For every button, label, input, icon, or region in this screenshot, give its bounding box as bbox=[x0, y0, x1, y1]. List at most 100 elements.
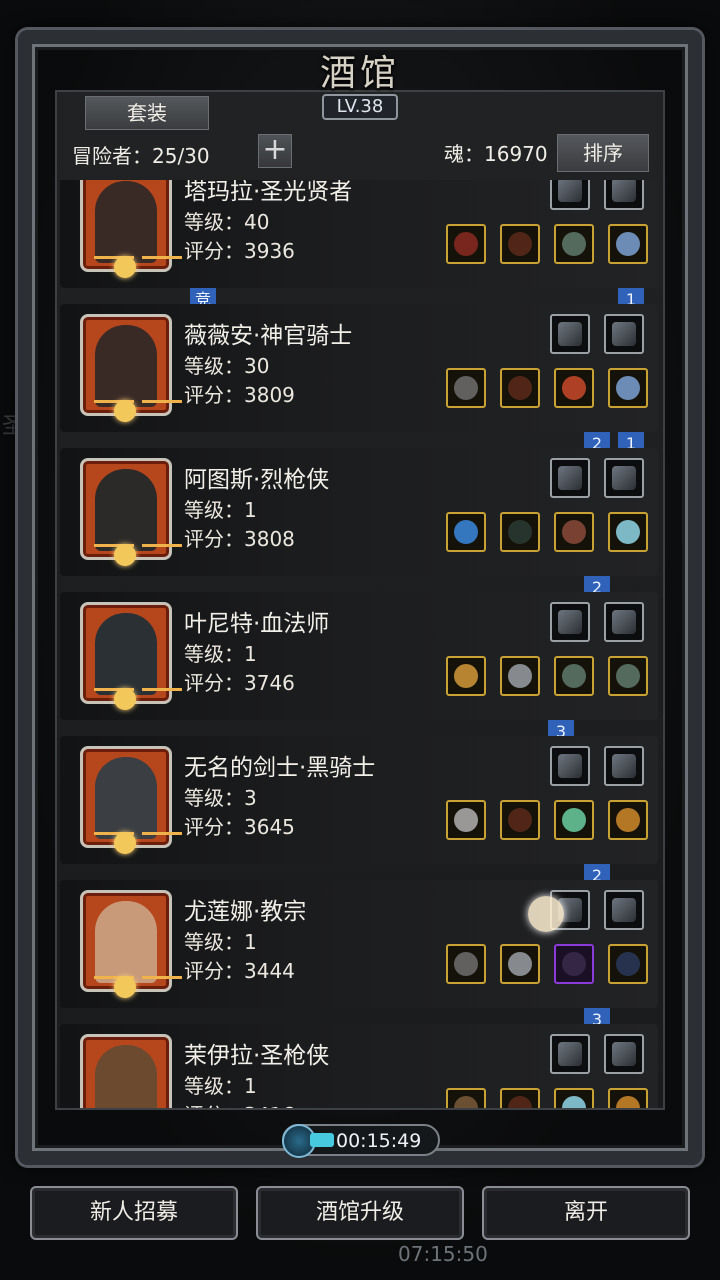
hero-face bbox=[95, 1045, 157, 1108]
soul-currency: 魂：16970 bbox=[444, 142, 548, 166]
weapon-slot-icon[interactable] bbox=[446, 368, 486, 408]
moon-emblem-icon bbox=[114, 976, 136, 998]
amulet-slot-icon[interactable] bbox=[608, 944, 648, 984]
hero-card[interactable]: 茉伊拉·圣枪侠等级：1评分：3416 bbox=[60, 1024, 658, 1108]
accessory-slot-icon[interactable] bbox=[550, 180, 590, 210]
moon-emblem-icon bbox=[114, 256, 136, 278]
leave-button[interactable]: 离开 bbox=[482, 1186, 690, 1240]
hero-level: 等级：1 bbox=[184, 498, 257, 522]
armor-slot-icon[interactable] bbox=[500, 800, 540, 840]
amulet-slot-icon[interactable] bbox=[608, 224, 648, 264]
hero-name: 塔玛拉·圣光贤者 bbox=[184, 180, 353, 205]
sort-button[interactable]: 排序 bbox=[557, 134, 649, 172]
page-title: 酒馆 bbox=[319, 53, 400, 94]
weapon-slot-icon[interactable] bbox=[446, 1088, 486, 1108]
relic-slot-icon[interactable] bbox=[604, 746, 644, 786]
ring-slot-icon[interactable] bbox=[554, 512, 594, 552]
hero-card[interactable]: 尤莲娜·教宗 等级：1 评分：3444 3 bbox=[60, 880, 658, 1042]
accessory-slot-icon[interactable] bbox=[550, 746, 590, 786]
hero-card[interactable]: 塔玛拉·圣光贤者 等级：40 评分：3936 竞 1 bbox=[60, 180, 658, 322]
hero-score: 评分：3808 bbox=[184, 527, 295, 551]
accessory-slot-icon[interactable] bbox=[550, 1034, 590, 1074]
suit-tab[interactable]: 套装 bbox=[85, 96, 209, 130]
hero-level: 等级：40 bbox=[184, 210, 270, 234]
hero-face bbox=[95, 181, 157, 263]
wing-ornament bbox=[142, 544, 182, 547]
moon-emblem-icon bbox=[114, 544, 136, 566]
armor-slot-icon[interactable] bbox=[500, 512, 540, 552]
add-slot-button[interactable]: + bbox=[258, 134, 292, 168]
weapon-slot-icon[interactable] bbox=[446, 224, 486, 264]
hero-face bbox=[95, 469, 157, 551]
ring-slot-icon[interactable] bbox=[554, 944, 594, 984]
moon-emblem-icon bbox=[114, 832, 136, 854]
hero-face bbox=[95, 901, 157, 983]
amulet-slot-icon[interactable] bbox=[608, 656, 648, 696]
amulet-slot-icon[interactable] bbox=[608, 1088, 648, 1108]
hero-face bbox=[95, 325, 157, 407]
hero-score: 评分：3746 bbox=[184, 671, 295, 695]
hero-level: 等级：1 bbox=[184, 642, 257, 666]
ring-slot-icon[interactable] bbox=[554, 656, 594, 696]
amulet-slot-icon[interactable] bbox=[608, 512, 648, 552]
tavern-level-badge: LV.38 bbox=[322, 94, 398, 120]
wing-ornament bbox=[142, 256, 182, 259]
hero-level: 等级：1 bbox=[184, 1074, 257, 1098]
hero-name: 薇薇安·神官骑士 bbox=[184, 323, 353, 349]
relic-slot-icon[interactable] bbox=[604, 890, 644, 930]
weapon-slot-icon[interactable] bbox=[446, 944, 486, 984]
hero-score: 评分：3416 bbox=[184, 1099, 295, 1108]
armor-slot-icon[interactable] bbox=[500, 1088, 540, 1108]
relic-slot-icon[interactable] bbox=[604, 314, 644, 354]
hero-card[interactable]: 叶尼特·血法师 等级：1 评分：3746 3 bbox=[60, 592, 658, 754]
ring-slot-icon[interactable] bbox=[554, 368, 594, 408]
adventurer-count: 冒险者：25/30 bbox=[72, 144, 210, 168]
hero-card[interactable]: 薇薇安·神官骑士 等级：30 评分：3809 2 1 bbox=[60, 304, 658, 466]
accessory-slot-icon[interactable] bbox=[550, 602, 590, 642]
wing-ornament bbox=[142, 400, 182, 403]
armor-slot-icon[interactable] bbox=[500, 944, 540, 984]
relic-slot-icon[interactable] bbox=[604, 602, 644, 642]
amulet-slot-icon[interactable] bbox=[608, 800, 648, 840]
tavern-timer: 00:15:49 bbox=[282, 1124, 440, 1158]
relic-slot-icon[interactable] bbox=[604, 1034, 644, 1074]
hero-level: 等级：3 bbox=[184, 786, 257, 810]
hero-name: 无名的剑士·黑骑士 bbox=[184, 755, 376, 781]
hero-level: 等级：1 bbox=[184, 930, 257, 954]
timer-progress bbox=[310, 1133, 334, 1147]
ring-slot-icon[interactable] bbox=[554, 1088, 594, 1108]
background-clock: 07:15:50 bbox=[398, 1242, 488, 1266]
armor-slot-icon[interactable] bbox=[500, 368, 540, 408]
accessory-slot-icon[interactable] bbox=[550, 458, 590, 498]
relic-slot-icon[interactable] bbox=[604, 458, 644, 498]
hero-score: 评分：3809 bbox=[184, 383, 295, 407]
hero-list[interactable]: 塔玛拉·圣光贤者 等级：40 评分：3936 竞 1 薇薇安·神官骑士 等级：30 评分：38… bbox=[58, 180, 662, 1108]
hero-card[interactable]: 阿图斯·烈枪侠 等级：1 评分：3808 2 bbox=[60, 448, 658, 610]
relic-slot-icon[interactable] bbox=[604, 180, 644, 210]
hero-level: 等级：30 bbox=[184, 354, 270, 378]
weapon-slot-icon[interactable] bbox=[446, 656, 486, 696]
hero-name: 茉伊拉·圣枪侠 bbox=[184, 1043, 330, 1069]
hero-score: 评分：3645 bbox=[184, 815, 295, 839]
touch-indicator bbox=[528, 896, 564, 932]
weapon-slot-icon[interactable] bbox=[446, 512, 486, 552]
hero-portrait[interactable] bbox=[80, 1034, 172, 1108]
hero-name: 阿图斯·烈枪侠 bbox=[184, 467, 330, 493]
hero-name: 叶尼特·血法师 bbox=[184, 611, 330, 637]
wing-ornament bbox=[142, 688, 182, 691]
hero-name: 尤莲娜·教宗 bbox=[184, 899, 307, 925]
recruit-button[interactable]: 新人招募 bbox=[30, 1186, 238, 1240]
ring-slot-icon[interactable] bbox=[554, 800, 594, 840]
armor-slot-icon[interactable] bbox=[500, 656, 540, 696]
accessory-slot-icon[interactable] bbox=[550, 314, 590, 354]
hero-score: 评分：3936 bbox=[184, 239, 295, 263]
hero-score: 评分：3444 bbox=[184, 959, 295, 983]
amulet-slot-icon[interactable] bbox=[608, 368, 648, 408]
armor-slot-icon[interactable] bbox=[500, 224, 540, 264]
wing-ornament bbox=[142, 976, 182, 979]
hero-card[interactable]: 无名的剑士·黑骑士 等级：3 评分：3645 2 bbox=[60, 736, 658, 898]
tavern-upgrade-button[interactable]: 酒馆升级 bbox=[256, 1186, 464, 1240]
hero-face bbox=[95, 757, 157, 839]
weapon-slot-icon[interactable] bbox=[446, 800, 486, 840]
ring-slot-icon[interactable] bbox=[554, 224, 594, 264]
